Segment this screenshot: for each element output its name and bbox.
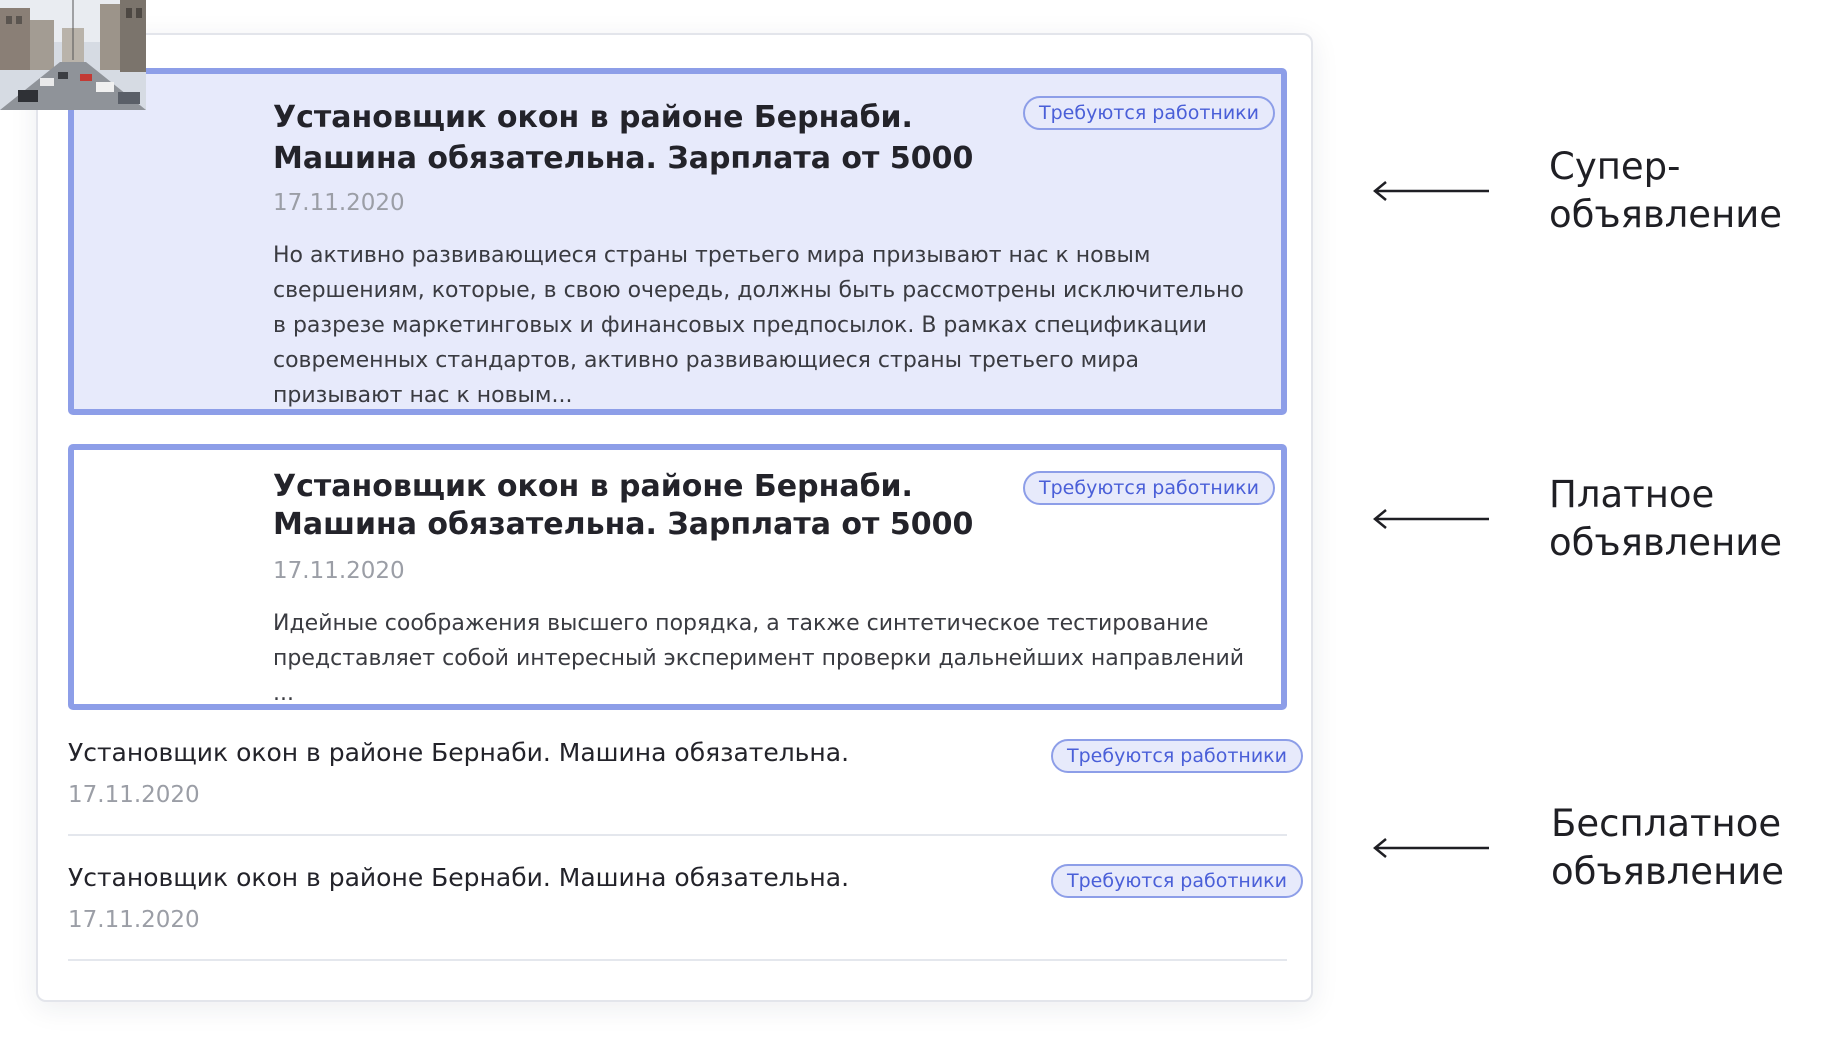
free-listing-date: 17.11.2020	[68, 782, 200, 808]
legend-free-label: Бесплатное объявление	[1551, 802, 1785, 893]
super-listing-title[interactable]: Установщик окон в районе Бернаби. Машина…	[273, 97, 1013, 179]
free-listing-badge[interactable]: Требуются работники	[1051, 739, 1304, 773]
super-listing-date: 17.11.2020	[273, 190, 405, 216]
free-listing-divider	[68, 959, 1287, 961]
free-listing-title[interactable]: Установщик окон в районе Бернаби. Машина…	[68, 738, 849, 767]
paid-listing-description: Идейные соображения высшего порядка, а т…	[273, 611, 1245, 706]
arrow-left-icon	[1372, 180, 1490, 202]
free-listing-date: 17.11.2020	[68, 907, 200, 933]
paid-listing-title[interactable]: Установщик окон в районе Бернаби. Машина…	[273, 468, 993, 544]
free-listing-divider	[68, 834, 1287, 836]
legend-super-label: Супер- объявление	[1549, 145, 1783, 236]
paid-listing-badge[interactable]: Требуются работники	[1023, 471, 1276, 505]
free-listing-title[interactable]: Установщик окон в районе Бернаби. Машина…	[68, 863, 849, 892]
super-listing-badge[interactable]: Требуются работники	[1023, 96, 1276, 130]
legend-paid-label: Платное объявление	[1549, 473, 1783, 564]
free-listing-badge[interactable]: Требуются работники	[1051, 864, 1304, 898]
super-listing-description: Но активно развивающиеся страны третьего…	[273, 243, 1244, 408]
paid-listing-thumbnail[interactable]	[0, 0, 146, 110]
arrow-left-icon	[1372, 508, 1490, 530]
paid-listing-date: 17.11.2020	[273, 558, 405, 584]
arrow-left-icon	[1372, 837, 1490, 859]
